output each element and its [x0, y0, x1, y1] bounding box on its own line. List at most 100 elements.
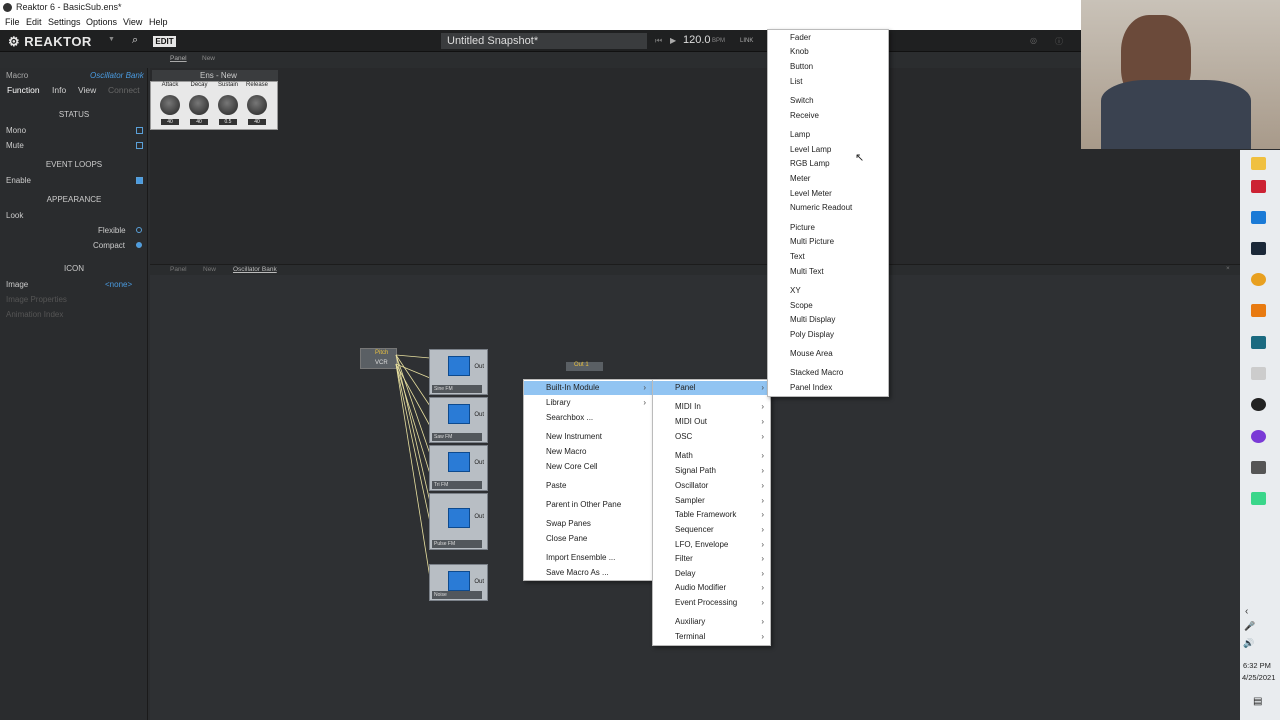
menu-item-filter[interactable]: Filter › — [653, 552, 770, 566]
menu-item-new-macro[interactable]: New Macro — [524, 445, 652, 459]
menu-item-math[interactable]: Math › — [653, 449, 770, 463]
menu-help[interactable]: Help — [149, 17, 168, 27]
menu-item-auxiliary[interactable]: Auxiliary › — [653, 615, 770, 629]
info-icon[interactable]: ⓘ — [1055, 36, 1063, 47]
mail-icon[interactable] — [1251, 211, 1266, 224]
xbox-icon[interactable] — [1251, 398, 1266, 411]
menu-item-audio-modifier[interactable]: Audio Modifier › — [653, 581, 770, 595]
out-port[interactable]: Out — [474, 460, 484, 466]
compact-radio[interactable] — [136, 242, 142, 248]
menu-item-new-instrument[interactable]: New Instrument — [524, 430, 652, 444]
menu-item-paste[interactable]: Paste — [524, 479, 652, 493]
menu-item-poly-display[interactable]: Poly Display — [768, 328, 888, 342]
app-icon-gray[interactable] — [1251, 367, 1266, 380]
menu-settings[interactable]: Settings — [48, 17, 81, 27]
menu-item-new-core-cell[interactable]: New Core Cell — [524, 460, 652, 474]
menu-item-sequencer[interactable]: Sequencer › — [653, 523, 770, 537]
df-icon[interactable] — [1251, 304, 1266, 317]
store-icon[interactable] — [1251, 180, 1266, 193]
output-port[interactable]: Out 1 — [566, 362, 603, 371]
enable-checkbox[interactable] — [136, 177, 143, 184]
out-port[interactable]: Out — [474, 579, 484, 585]
out-port[interactable]: Out — [474, 514, 484, 520]
search-icon[interactable]: ⌕ — [132, 34, 138, 47]
menu-item-xy[interactable]: XY — [768, 284, 888, 298]
attack-knob[interactable]: Attack 40 — [156, 82, 184, 125]
menu-item-parent-in-other-pane[interactable]: Parent in Other Pane — [524, 498, 652, 512]
vcr-input[interactable]: VCR — [375, 360, 388, 366]
menu-item-rgb-lamp[interactable]: RGB Lamp — [768, 157, 888, 171]
mute-checkbox[interactable] — [136, 142, 143, 149]
speaker-icon[interactable]: 🔊 — [1243, 638, 1254, 649]
menu-item-switch[interactable]: Switch — [768, 94, 888, 108]
tempo-value[interactable]: 120.0 — [683, 34, 711, 46]
chevron-down-icon[interactable]: ▼ — [108, 36, 115, 43]
menu-item-level-meter[interactable]: Level Meter — [768, 187, 888, 201]
tab-function[interactable]: Function — [7, 85, 40, 95]
menu-item-knob[interactable]: Knob — [768, 45, 888, 59]
menu-item-table-framework[interactable]: Table Framework › — [653, 508, 770, 522]
twitch-icon[interactable] — [1251, 430, 1266, 443]
tab-info[interactable]: Info — [52, 85, 66, 95]
menu-item-delay[interactable]: Delay › — [653, 567, 770, 581]
menu-item-list[interactable]: List — [768, 75, 888, 89]
snapshot-selector[interactable]: Untitled Snapshot* — [441, 33, 647, 49]
menu-item-terminal[interactable]: Terminal › — [653, 630, 770, 644]
module-saw-fm[interactable]: Out Saw FM — [429, 397, 488, 443]
folder-icon[interactable] — [1251, 157, 1266, 170]
menu-item-mouse-area[interactable]: Mouse Area — [768, 347, 888, 361]
menu-item-panel[interactable]: Panel › — [653, 381, 770, 395]
play-icon[interactable]: ▶ — [670, 36, 676, 45]
menu-item-built-in-module[interactable]: Built-In Module › — [524, 381, 652, 395]
menu-item-multi-display[interactable]: Multi Display — [768, 313, 888, 327]
module-noise[interactable]: Out Noise — [429, 564, 488, 601]
menu-item-midi-in[interactable]: MIDI In › — [653, 400, 770, 414]
menu-item-close-pane[interactable]: Close Pane — [524, 532, 652, 546]
menu-item-multi-text[interactable]: Multi Text — [768, 265, 888, 279]
tab-connect[interactable]: Connect — [108, 85, 140, 95]
edit-button[interactable]: EDIT — [153, 36, 176, 47]
menu-item-searchbox[interactable]: Searchbox ... — [524, 411, 652, 425]
menu-item-lamp[interactable]: Lamp — [768, 128, 888, 142]
menu-item-stacked-macro[interactable]: Stacked Macro — [768, 366, 888, 380]
menu-item-midi-out[interactable]: MIDI Out › — [653, 415, 770, 429]
menu-item-oscillator[interactable]: Oscillator › — [653, 479, 770, 493]
discord-icon[interactable] — [1251, 492, 1266, 505]
menu-item-library[interactable]: Library › — [524, 396, 652, 410]
sb-panel[interactable]: Panel — [170, 266, 187, 273]
sb-oscillator-bank[interactable]: Oscillator Bank — [233, 266, 277, 273]
menu-view[interactable]: View — [123, 17, 142, 27]
out-port[interactable]: Out — [474, 364, 484, 370]
release-knob[interactable]: Release 40 — [243, 82, 271, 125]
menu-options[interactable]: Options — [86, 17, 117, 27]
rewind-icon[interactable]: ⏮ — [655, 36, 662, 46]
mic-icon[interactable]: 🎤 — [1244, 621, 1255, 632]
flexible-radio[interactable] — [136, 227, 142, 233]
chrome-icon[interactable] — [1251, 273, 1266, 286]
breadcrumb-new[interactable]: New — [202, 55, 215, 62]
link-button[interactable]: LINK — [740, 38, 753, 44]
menu-item-picture[interactable]: Picture — [768, 221, 888, 235]
mono-checkbox[interactable] — [136, 127, 143, 134]
steam-icon[interactable] — [1251, 242, 1266, 255]
module-tri-fm[interactable]: Out Tri FM — [429, 445, 488, 491]
menu-item-event-processing[interactable]: Event Processing › — [653, 596, 770, 610]
menu-item-swap-panes[interactable]: Swap Panes — [524, 517, 652, 531]
menu-item-panel-index[interactable]: Panel Index — [768, 381, 888, 395]
menu-item-lfo-envelope[interactable]: LFO, Envelope › — [653, 538, 770, 552]
menu-item-button[interactable]: Button — [768, 60, 888, 74]
reaktor-taskbar-icon[interactable] — [1251, 461, 1266, 474]
chevron-up-icon[interactable]: ‹ — [1245, 606, 1248, 617]
sb-new[interactable]: New — [203, 266, 216, 273]
close-icon[interactable]: × — [1226, 265, 1230, 272]
module-pulse-fm[interactable]: Out Pulse FM — [429, 493, 488, 550]
clock-time[interactable]: 6:32 PM — [1243, 661, 1271, 670]
tab-view[interactable]: View — [78, 85, 96, 95]
pitch-input[interactable]: Pitch — [375, 350, 388, 356]
menu-item-sampler[interactable]: Sampler › — [653, 494, 770, 508]
menu-item-meter[interactable]: Meter — [768, 172, 888, 186]
menu-edit[interactable]: Edit — [26, 17, 42, 27]
clock-date[interactable]: 4/25/2021 — [1242, 673, 1275, 682]
out-port[interactable]: Out — [474, 412, 484, 418]
menu-item-osc[interactable]: OSC › — [653, 430, 770, 444]
